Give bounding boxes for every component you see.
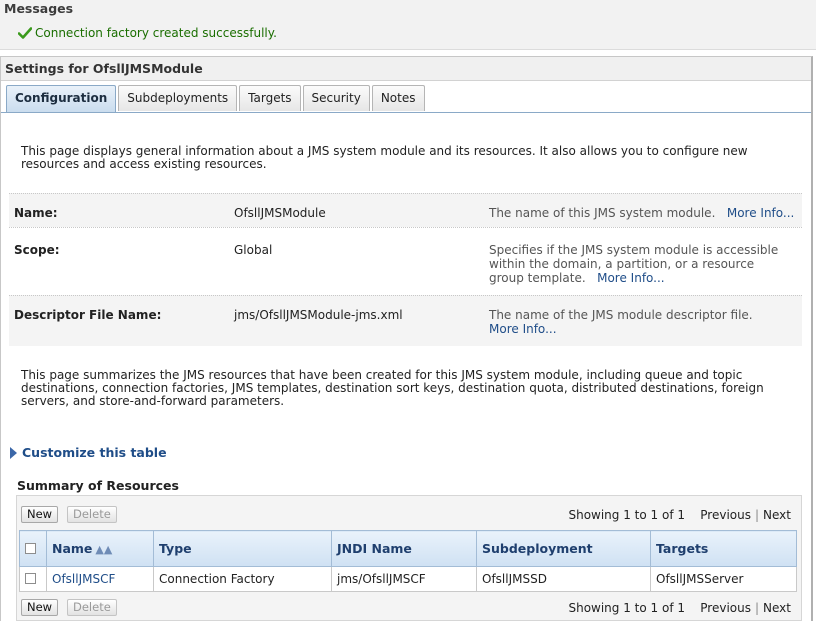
resource-name-link[interactable]: OfsllJMSCF: [52, 572, 115, 586]
column-header-subdeployment[interactable]: Subdeployment: [476, 530, 651, 567]
settings-header: Settings for OfsllJMSModule: [1, 57, 811, 81]
tab-targets[interactable]: Targets: [239, 85, 301, 111]
property-row-scope: Scope: Global Specifies if the JMS syste…: [9, 227, 802, 295]
more-info-link[interactable]: More Info...: [727, 206, 795, 220]
property-value-name: OfsllJMSModule: [234, 206, 326, 220]
desc-text: The name of the JMS module descriptor fi…: [489, 308, 753, 322]
showing-text: Showing 1 to 1 of 1: [568, 601, 685, 615]
tab-notes[interactable]: Notes: [371, 85, 425, 111]
success-message: Connection factory created successfully.: [17, 26, 277, 40]
intro-text: This page displays general information a…: [21, 144, 748, 171]
more-info-link[interactable]: More Info...: [597, 271, 665, 285]
property-row-descriptor: Descriptor File Name: jms/OfsllJMSModule…: [9, 295, 802, 346]
summary-intro-text: This page summarizes the JMS resources t…: [21, 368, 764, 408]
property-value-descriptor: jms/OfsllJMSModule-jms.xml: [234, 308, 403, 322]
expand-triangle-icon: [10, 447, 17, 459]
pager-separator: |: [754, 508, 760, 522]
tab-bar: Configuration Subdeployments Targets Sec…: [6, 85, 427, 113]
previous-link[interactable]: Previous: [700, 601, 751, 615]
table-header-row: Name ▲▲ Type JNDI Name Subdeployment Targ…: [19, 530, 797, 567]
pager-bottom: Showing 1 to 1 of 1 Previous | Next: [568, 601, 791, 615]
cell-type: Connection Factory: [153, 566, 332, 592]
sort-ascending-icon[interactable]: ▲▲: [95, 543, 112, 556]
table-row: OfsllJMSCF Connection Factory jms/OfsllJ…: [19, 566, 797, 592]
next-link[interactable]: Next: [763, 601, 791, 615]
summary-title: Summary of Resources: [17, 478, 179, 493]
property-label-name: Name:: [14, 206, 58, 220]
checkmark-icon: [17, 26, 35, 40]
previous-link[interactable]: Previous: [700, 508, 751, 522]
desc-text: The name of this JMS system module.: [489, 206, 716, 220]
summary-panel: New Delete Showing 1 to 1 of 1 Previous |…: [16, 495, 802, 621]
cell-targets: OfsllJMSServer: [650, 566, 797, 592]
customize-table-link[interactable]: Customize this table: [10, 445, 167, 460]
cell-name: OfsllJMSCF: [46, 566, 154, 592]
column-header-name[interactable]: Name ▲▲: [46, 530, 154, 567]
delete-button-bottom[interactable]: Delete: [67, 599, 117, 616]
success-message-text: Connection factory created successfully.: [35, 26, 277, 40]
tab-security[interactable]: Security: [302, 85, 370, 111]
cell-jndi: jms/OfsllJMSCF: [331, 566, 477, 592]
select-all-checkbox[interactable]: [25, 543, 36, 554]
column-label: Name: [52, 541, 93, 556]
tab-configuration[interactable]: Configuration: [6, 85, 117, 113]
property-value-scope: Global: [234, 243, 273, 257]
pager-top: Showing 1 to 1 of 1 Previous | Next: [568, 508, 791, 522]
pager-separator: |: [754, 601, 760, 615]
property-desc-scope: Specifies if the JMS system module is ac…: [489, 243, 789, 285]
messages-title: Messages: [4, 1, 74, 16]
messages-panel: Messages Connection factory created succ…: [0, 0, 816, 50]
resources-table: Name ▲▲ Type JNDI Name Subdeployment Targ…: [19, 530, 797, 592]
next-link[interactable]: Next: [763, 508, 791, 522]
property-desc-name: The name of this JMS system module. More…: [489, 206, 794, 220]
tab-subdeployments[interactable]: Subdeployments: [118, 85, 238, 111]
column-header-targets[interactable]: Targets: [650, 530, 797, 567]
column-header-jndi[interactable]: JNDI Name: [331, 530, 477, 567]
cell-subdeployment: OfsllJMSSD: [476, 566, 651, 592]
row-checkbox[interactable]: [25, 573, 36, 584]
settings-title: Settings for OfsllJMSModule: [5, 61, 203, 76]
select-all-header: [19, 530, 47, 567]
new-button-top[interactable]: New: [21, 506, 59, 523]
tab-underline: [1, 112, 811, 113]
customize-label: Customize this table: [22, 445, 167, 460]
row-select-cell: [19, 566, 47, 592]
delete-button-top[interactable]: Delete: [67, 506, 117, 523]
showing-text: Showing 1 to 1 of 1: [568, 508, 685, 522]
property-label-scope: Scope:: [14, 243, 60, 257]
new-button-bottom[interactable]: New: [21, 599, 59, 616]
property-label-descriptor: Descriptor File Name:: [14, 308, 162, 322]
property-row-name: Name: OfsllJMSModule The name of this JM…: [9, 193, 802, 227]
property-desc-descriptor: The name of the JMS module descriptor fi…: [489, 308, 789, 336]
column-header-type[interactable]: Type: [153, 530, 332, 567]
more-info-link[interactable]: More Info...: [489, 322, 557, 336]
